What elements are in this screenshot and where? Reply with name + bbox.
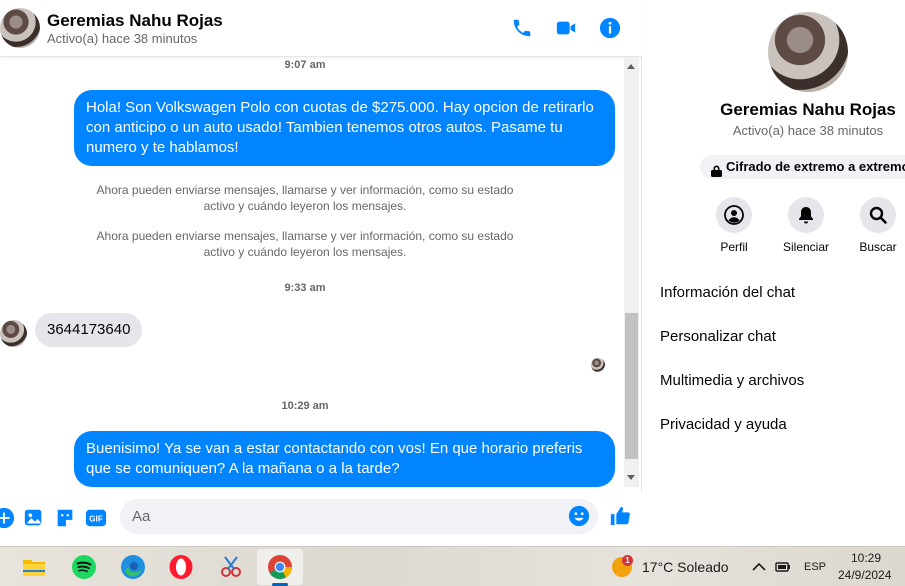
messenger-window: Geremias Nahu Rojas Activo(a) hace 38 mi… — [0, 0, 905, 546]
chrome-icon[interactable] — [266, 553, 294, 581]
opera-icon[interactable] — [167, 553, 195, 581]
weather-notification-badge: 1 — [622, 555, 633, 566]
encryption-label: Cifrado de extremo a extremo — [726, 159, 905, 174]
timestamp: 9:33 am — [284, 282, 326, 294]
profile-name: Geremias Nahu Rojas — [720, 100, 896, 119]
thumbs-up-icon[interactable] — [609, 505, 631, 527]
profile-avatar-large[interactable] — [768, 12, 848, 92]
menu-chat-info[interactable]: Información del chat — [660, 284, 795, 301]
profile-button[interactable]: Perfil — [704, 197, 764, 254]
system-message: Ahora pueden enviarse mensajes, llamarse… — [96, 183, 514, 213]
system-message: Ahora pueden enviarse mensajes, llamarse… — [96, 229, 514, 259]
clock-time[interactable]: 10:29 — [851, 551, 881, 565]
outgoing-message[interactable]: Buenisimo! Ya se van a estar contactando… — [74, 431, 615, 487]
sticker-icon[interactable] — [54, 507, 76, 529]
scroll-thumb[interactable] — [625, 313, 638, 459]
clock-date[interactable]: 24/9/2024 — [838, 568, 891, 582]
contact-avatar[interactable] — [0, 8, 40, 48]
message-input-wrapper — [120, 499, 598, 534]
edge-icon[interactable] — [119, 553, 147, 581]
chat-header: Geremias Nahu Rojas Activo(a) hace 38 mi… — [0, 0, 642, 57]
scroll-down-arrow-icon[interactable] — [627, 475, 635, 480]
chevron-up-icon[interactable] — [751, 559, 767, 575]
profile-icon — [716, 197, 752, 233]
weather-text[interactable]: 17°C Soleado — [642, 559, 729, 575]
message-list[interactable]: 9:07 am Hola! Son Volkswagen Polo con cu… — [0, 57, 625, 492]
mute-label: Silenciar — [782, 240, 830, 254]
encryption-badge[interactable]: Cifrado de extremo a extremo — [700, 155, 905, 179]
bell-icon — [788, 197, 824, 233]
file-explorer-icon[interactable] — [20, 553, 48, 581]
message-input[interactable] — [132, 499, 562, 534]
network-icon[interactable] — [775, 559, 791, 575]
contact-status: Activo(a) hace 38 minutos — [47, 31, 198, 46]
mute-button[interactable]: Silenciar — [776, 197, 836, 254]
profile-label: Perfil — [720, 240, 748, 254]
search-button[interactable]: Buscar — [848, 197, 905, 254]
snipping-tool-icon[interactable] — [217, 553, 245, 581]
phone-icon[interactable] — [511, 17, 533, 39]
conversation-info-panel: Geremias Nahu Rojas Activo(a) hace 38 mi… — [643, 0, 905, 546]
gif-icon[interactable]: GIF — [85, 507, 107, 529]
contact-name[interactable]: Geremias Nahu Rojas — [47, 11, 223, 31]
contact-avatar-small[interactable] — [0, 320, 27, 347]
video-icon[interactable] — [555, 17, 577, 39]
windows-taskbar: 1 17°C Soleado ESP 10:29 24/9/2024 — [0, 546, 905, 586]
incoming-message[interactable]: 3644173640 — [35, 313, 143, 347]
profile-status: Activo(a) hace 38 minutos — [732, 123, 884, 138]
chat-column: Geremias Nahu Rojas Activo(a) hace 38 mi… — [0, 0, 642, 546]
emoji-icon[interactable] — [568, 505, 590, 527]
timestamp: 10:29 am — [281, 400, 329, 412]
search-icon — [860, 197, 896, 233]
plus-circle-icon[interactable] — [0, 507, 15, 529]
spotify-icon[interactable] — [70, 553, 98, 581]
timestamp: 9:07 am — [284, 59, 326, 71]
search-label: Buscar — [859, 240, 897, 254]
scrollbar[interactable] — [624, 57, 639, 487]
lock-icon — [711, 161, 722, 177]
scroll-up-arrow-icon[interactable] — [627, 64, 635, 69]
menu-privacy-support[interactable]: Privacidad y ayuda — [660, 416, 787, 433]
info-icon[interactable] — [599, 17, 621, 39]
outgoing-message[interactable]: Hola! Son Volkswagen Polo con cuotas de … — [74, 90, 615, 166]
menu-media-files[interactable]: Multimedia y archivos — [660, 372, 804, 389]
composer: GIF — [0, 492, 642, 546]
image-icon[interactable] — [23, 507, 45, 529]
seen-indicator-avatar — [591, 358, 605, 372]
language-indicator[interactable]: ESP — [804, 561, 826, 573]
svg-text:GIF: GIF — [89, 515, 103, 524]
menu-customize-chat[interactable]: Personalizar chat — [660, 328, 776, 345]
